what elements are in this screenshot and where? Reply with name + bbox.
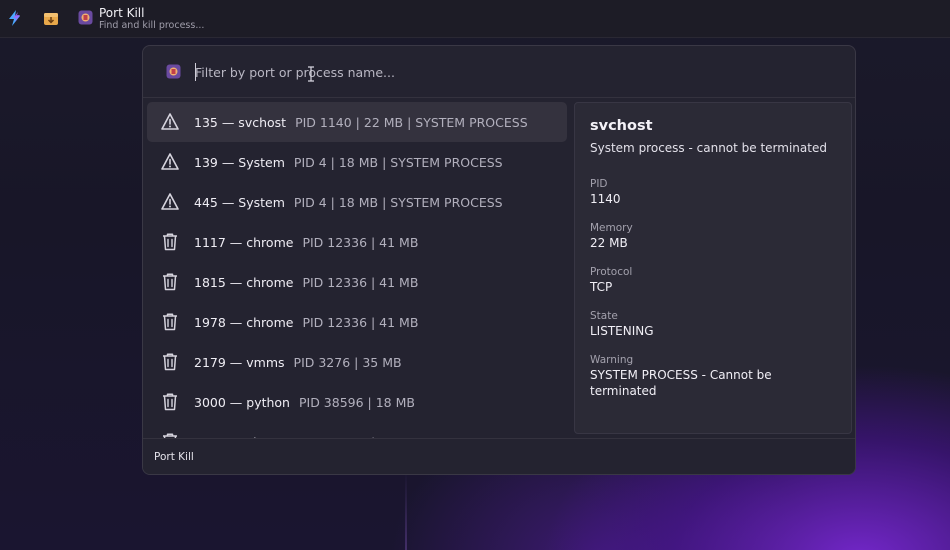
search-bar <box>143 46 855 98</box>
extension-subtitle: Find and kill process... <box>99 20 205 31</box>
background-light-streak <box>405 470 407 550</box>
footer-extension-name: Port Kill <box>154 451 194 463</box>
detail-field-value: TCP <box>590 280 613 294</box>
action-bar: Port Kill <box>143 438 855 474</box>
detail-field-value: 22 MB <box>590 236 628 250</box>
detail-field-value: LISTENING <box>590 324 654 338</box>
detail-field-value: SYSTEM PROCESS - Cannot be terminated <box>590 368 772 398</box>
title-bar: Port Kill Find and kill process... <box>0 0 950 38</box>
extension-title: Port Kill <box>99 6 145 20</box>
detail-field: Warning SYSTEM PROCESS - Cannot be termin… <box>590 354 836 399</box>
process-row[interactable]: 3887 — chromePID 12336 | 41 MB <box>147 422 567 438</box>
detail-field-label: Warning <box>590 354 634 366</box>
process-meta: PID 3276 | 35 MB <box>293 354 402 370</box>
detail-panel: svchost System process - cannot be termi… <box>574 102 852 434</box>
process-row[interactable]: 3000 — python PID 38596 | 18 MB <box>147 382 567 422</box>
process-row[interactable]: 1117 — chrome PID 12336 | 41 MB <box>147 222 567 262</box>
process-list[interactable]: 135 — svchost PID 1140 | 22 MB | SYSTEM P… <box>147 102 567 438</box>
process-port-name: 1978 — chrome <box>194 314 294 330</box>
process-meta: PID 38596 | 18 MB <box>298 394 415 410</box>
text-cursor-icon <box>308 66 314 82</box>
process-row[interactable]: 1978 — chrome PID 12336 | 41 MB <box>147 302 567 342</box>
process-meta: PID 1140 | 22 MB | SYSTEM PROCESS <box>295 114 528 130</box>
detail-field-label: State <box>590 310 618 322</box>
process-meta: PID 12336 | 41 MB <box>302 314 419 330</box>
port-kill-extension-icon[interactable] <box>78 10 93 25</box>
process-row[interactable]: 445 — System PID 4 | 18 MB | SYSTEM PROCE… <box>147 182 567 222</box>
warning-icon <box>161 112 179 131</box>
detail-field: PID 1140 <box>590 178 836 207</box>
process-port-name: 3000 — python <box>194 394 290 410</box>
process-port-name: 1815 — chrome <box>194 274 294 290</box>
detail-field-label: Protocol <box>590 266 633 278</box>
process-meta: PID 12336 | 41 MB <box>302 234 419 250</box>
process-meta: PID 4 | 18 MB | SYSTEM PROCESS <box>293 194 503 210</box>
trash-icon <box>161 312 179 331</box>
detail-field: State LISTENING <box>590 310 836 339</box>
process-title: 445 — System PID 4 | 18 MB | SYSTEM PROCE… <box>194 195 503 210</box>
process-row[interactable]: 135 — svchost PID 1140 | 22 MB | SYSTEM P… <box>147 102 567 142</box>
text-caret <box>195 63 196 81</box>
detail-process-name: svchost <box>590 118 653 134</box>
detail-field-label: PID <box>590 178 608 190</box>
command-palette: 135 — svchost PID 1140 | 22 MB | SYSTEM P… <box>142 45 856 475</box>
detail-field: Protocol TCP <box>590 266 836 295</box>
process-title: 1978 — chrome PID 12336 | 41 MB <box>194 315 418 330</box>
process-port-name: 1117 — chrome <box>194 234 294 250</box>
package-icon[interactable] <box>42 9 60 27</box>
process-meta: PID 4 | 18 MB | SYSTEM PROCESS <box>293 154 503 170</box>
process-meta: PID 12336 | 41 MB <box>302 274 419 290</box>
process-row[interactable]: 1815 — chrome PID 12336 | 41 MB <box>147 262 567 302</box>
warning-icon <box>161 152 179 171</box>
process-title: 2179 — vmms PID 3276 | 35 MB <box>194 355 402 370</box>
port-kill-extension-icon <box>166 64 181 79</box>
process-row[interactable]: 2179 — vmms PID 3276 | 35 MB <box>147 342 567 382</box>
trash-icon <box>161 232 179 251</box>
extension-title-block: Port Kill Find and kill process... <box>99 6 204 32</box>
process-title: 3000 — python PID 38596 | 18 MB <box>194 395 415 410</box>
raycast-bolt-icon[interactable] <box>6 9 24 27</box>
detail-field-value: 1140 <box>590 192 621 206</box>
detail-field: Memory 22 MB <box>590 222 836 251</box>
search-input[interactable] <box>195 59 795 85</box>
trash-icon <box>161 392 179 411</box>
process-port-name: 139 — System <box>194 154 285 170</box>
trash-icon <box>161 352 179 371</box>
process-title: 1815 — chrome PID 12336 | 41 MB <box>194 275 418 290</box>
process-title: 135 — svchost PID 1140 | 22 MB | SYSTEM P… <box>194 115 528 130</box>
process-port-name: 445 — System <box>194 194 285 210</box>
detail-field-label: Memory <box>590 222 633 234</box>
process-port-name: 2179 — vmms <box>194 354 285 370</box>
process-port-name: 135 — svchost <box>194 114 287 130</box>
trash-icon <box>161 272 179 291</box>
detail-description: System process - cannot be terminated <box>590 141 827 155</box>
process-row[interactable]: 139 — System PID 4 | 18 MB | SYSTEM PROCE… <box>147 142 567 182</box>
warning-icon <box>161 192 179 211</box>
process-title: 1117 — chrome PID 12336 | 41 MB <box>194 235 418 250</box>
process-title: 139 — System PID 4 | 18 MB | SYSTEM PROCE… <box>194 155 503 170</box>
